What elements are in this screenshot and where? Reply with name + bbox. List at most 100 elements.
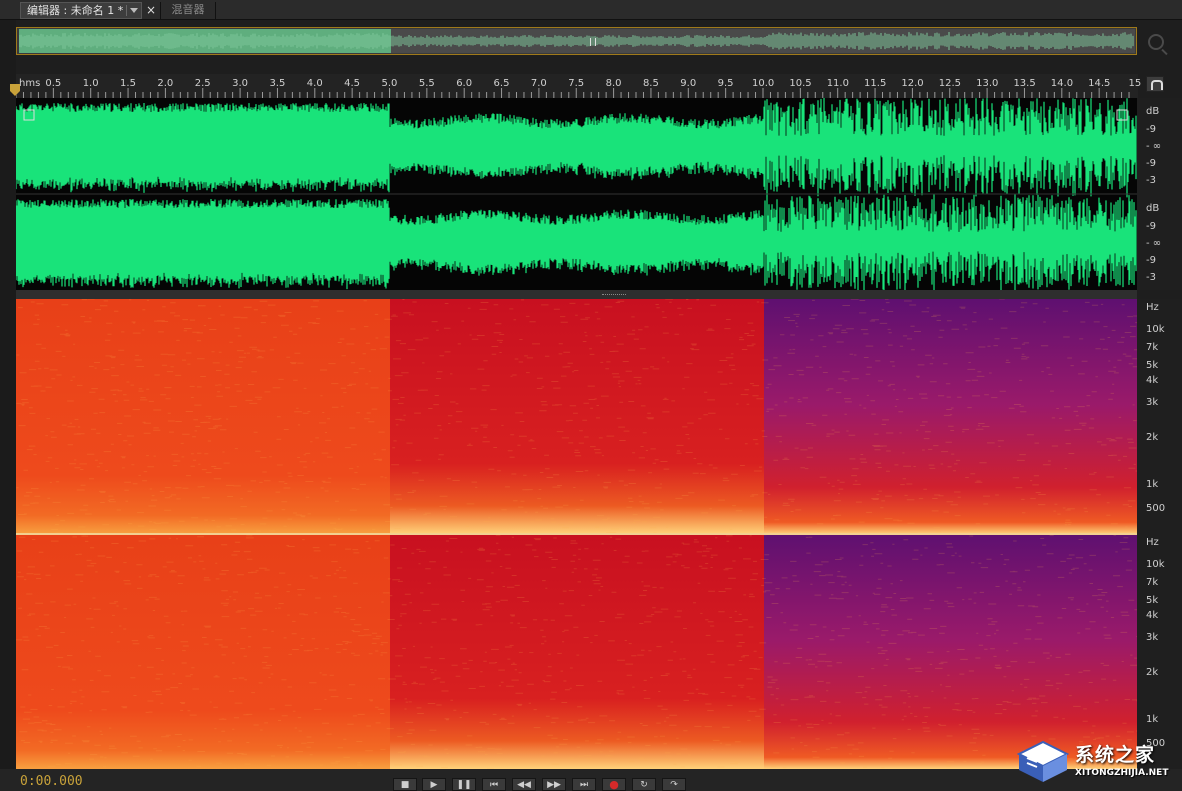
ruler-tick-label: 15 (1128, 78, 1142, 89)
ruler-tick-label: 5.5 (418, 78, 435, 89)
watermark-url: XITONGZHIJIA.NET (1075, 768, 1169, 778)
ruler-tick-label: 13.0 (976, 78, 999, 89)
ruler-tick-label: 2.5 (194, 78, 211, 89)
bottom-hz-label: 5k (1146, 595, 1159, 606)
bottom-db-label: dB (1146, 203, 1160, 214)
rewind-icon: ◀◀ (517, 780, 531, 790)
ruler-tick-label: 6.0 (456, 78, 473, 89)
playhead-marker-icon[interactable] (10, 84, 20, 96)
waveform-db-scale (1137, 98, 1182, 290)
time-display: 0:00.000 (20, 774, 83, 789)
stop-button[interactable]: ■ (393, 778, 417, 791)
watermark-title: 系统之家 (1075, 744, 1156, 766)
ruler-tick-label: 7.5 (568, 78, 585, 89)
bottom-db-label: - ∞ (1146, 238, 1162, 249)
spectral-segment-2 (390, 299, 764, 534)
skip-selection-icon: ↷ (670, 780, 678, 790)
top-db-label: dB (1146, 106, 1160, 117)
ruler-tick-label: 8.0 (605, 78, 622, 89)
overview-grip-handle[interactable] (590, 38, 596, 46)
go-to-end-button[interactable]: ⏭ (572, 778, 596, 791)
go-to-end-icon: ⏭ (579, 780, 589, 790)
spectral-segment-1 (16, 299, 390, 534)
fast-forward-icon: ▶▶ (547, 780, 561, 790)
ruler-tick-label: 9.5 (717, 78, 734, 89)
bottom-hz-label: 3k (1146, 632, 1159, 643)
spectral-hz-scale (1137, 299, 1182, 769)
ruler-tick-label: 4.5 (344, 78, 361, 89)
left-gutter (0, 20, 16, 770)
watermark: 系统之家 XITONGZHIJIA.NET (1013, 736, 1179, 786)
top-hz-label: 2k (1146, 432, 1159, 443)
top-hz-label: 4k (1146, 375, 1159, 386)
tab-mixer-label: 混音器 (171, 3, 205, 16)
ruler-tick-label: 5.0 (381, 78, 398, 89)
top-db-label: -9 (1146, 124, 1156, 135)
ruler-tick-label: 3.0 (232, 78, 248, 89)
ruler-tick-label: 1.0 (82, 78, 99, 89)
ruler-tick-label: 9.0 (680, 78, 697, 89)
spectral-display[interactable] (16, 299, 1137, 769)
go-to-start-button[interactable]: ⏮ (482, 778, 506, 791)
pause-icon: ❚❚ (456, 780, 472, 790)
bottom-hz-label: 10k (1146, 559, 1165, 570)
spectral-segment-2 (390, 534, 764, 769)
ruler-tick-label: 7.0 (530, 78, 547, 89)
tab-mixer[interactable]: 混音器 (160, 2, 216, 19)
snap-magnet-icon[interactable] (1146, 76, 1164, 92)
zoom-icon[interactable] (1148, 34, 1164, 50)
skip-selection-button[interactable]: ↷ (662, 778, 686, 791)
chevron-down-icon[interactable] (126, 5, 139, 16)
loop-icon: ↻ (640, 780, 648, 790)
spectral-segment-3 (764, 299, 1137, 534)
fast-forward-button[interactable]: ▶▶ (542, 778, 566, 791)
top-db-label: -9 (1146, 158, 1156, 169)
top-hz-label: 7k (1146, 342, 1159, 353)
ruler-tick-label: 1.5 (120, 78, 136, 89)
ruler-tick-label: 10.5 (789, 78, 812, 89)
bottom-hz-label: 4k (1146, 610, 1159, 621)
ruler-tick-label: 8.5 (642, 78, 659, 89)
record-button[interactable]: ● (602, 778, 626, 791)
bottom-db-label: -9 (1146, 255, 1156, 266)
top-hz-label: 10k (1146, 324, 1165, 335)
waveform-channel-left (16, 98, 1137, 198)
ruler-tick-label: 14.0 (1050, 78, 1074, 89)
top-hz-label: 500 (1146, 503, 1166, 514)
ruler-tick-label: 0.5 (45, 78, 62, 89)
top-hz-label: 1k (1146, 479, 1159, 490)
go-to-start-icon: ⏮ (489, 780, 499, 790)
splitter-grip[interactable] (602, 294, 626, 296)
top-db-label: -3 (1146, 175, 1156, 186)
ruler-tick-label: 11.0 (826, 78, 849, 89)
bottom-db-label: -9 (1146, 221, 1156, 232)
tab-editor-label: 编辑器 : 未命名 1 * (27, 4, 124, 17)
ruler-tick-label: 13.5 (1013, 78, 1036, 89)
ruler-tick-label: 10.0 (752, 78, 775, 89)
ruler-tick-label: 14.5 (1088, 78, 1111, 89)
ruler-tick-label: 2.0 (157, 78, 174, 89)
bottom-db-label: -3 (1146, 272, 1156, 283)
watermark-logo-icon (1016, 740, 1070, 782)
waveform-display[interactable] (16, 98, 1137, 290)
bottom-hz-label: 1k (1146, 714, 1159, 725)
overview-navigator[interactable] (16, 27, 1137, 55)
top-hz-label: Hz (1146, 302, 1159, 313)
top-hz-label: 5k (1146, 360, 1159, 371)
stop-icon: ■ (400, 780, 410, 790)
bottom-hz-label: Hz (1146, 537, 1159, 548)
time-ruler[interactable]: hms 0.5 1.0 1.5 2.0 2.5 3.0 3.5 4.0 4.5 5.0 5.5 6.0… (16, 74, 1141, 98)
play-button[interactable]: ▶ (422, 778, 446, 791)
spectral-segment-3 (764, 534, 1137, 769)
view-splitter[interactable] (16, 290, 1137, 299)
play-icon: ▶ (430, 780, 438, 790)
rewind-button[interactable]: ◀◀ (512, 778, 536, 791)
close-icon[interactable]: × (145, 3, 157, 17)
bottom-hz-label: 2k (1146, 667, 1159, 678)
ruler-tick-label: 6.5 (493, 78, 510, 89)
record-icon: ● (609, 778, 619, 791)
pause-button[interactable]: ❚❚ (452, 778, 476, 791)
top-hz-label: 3k (1146, 397, 1159, 408)
loop-button[interactable]: ↻ (632, 778, 656, 791)
tab-editor[interactable]: 编辑器 : 未命名 1 * (20, 2, 142, 19)
